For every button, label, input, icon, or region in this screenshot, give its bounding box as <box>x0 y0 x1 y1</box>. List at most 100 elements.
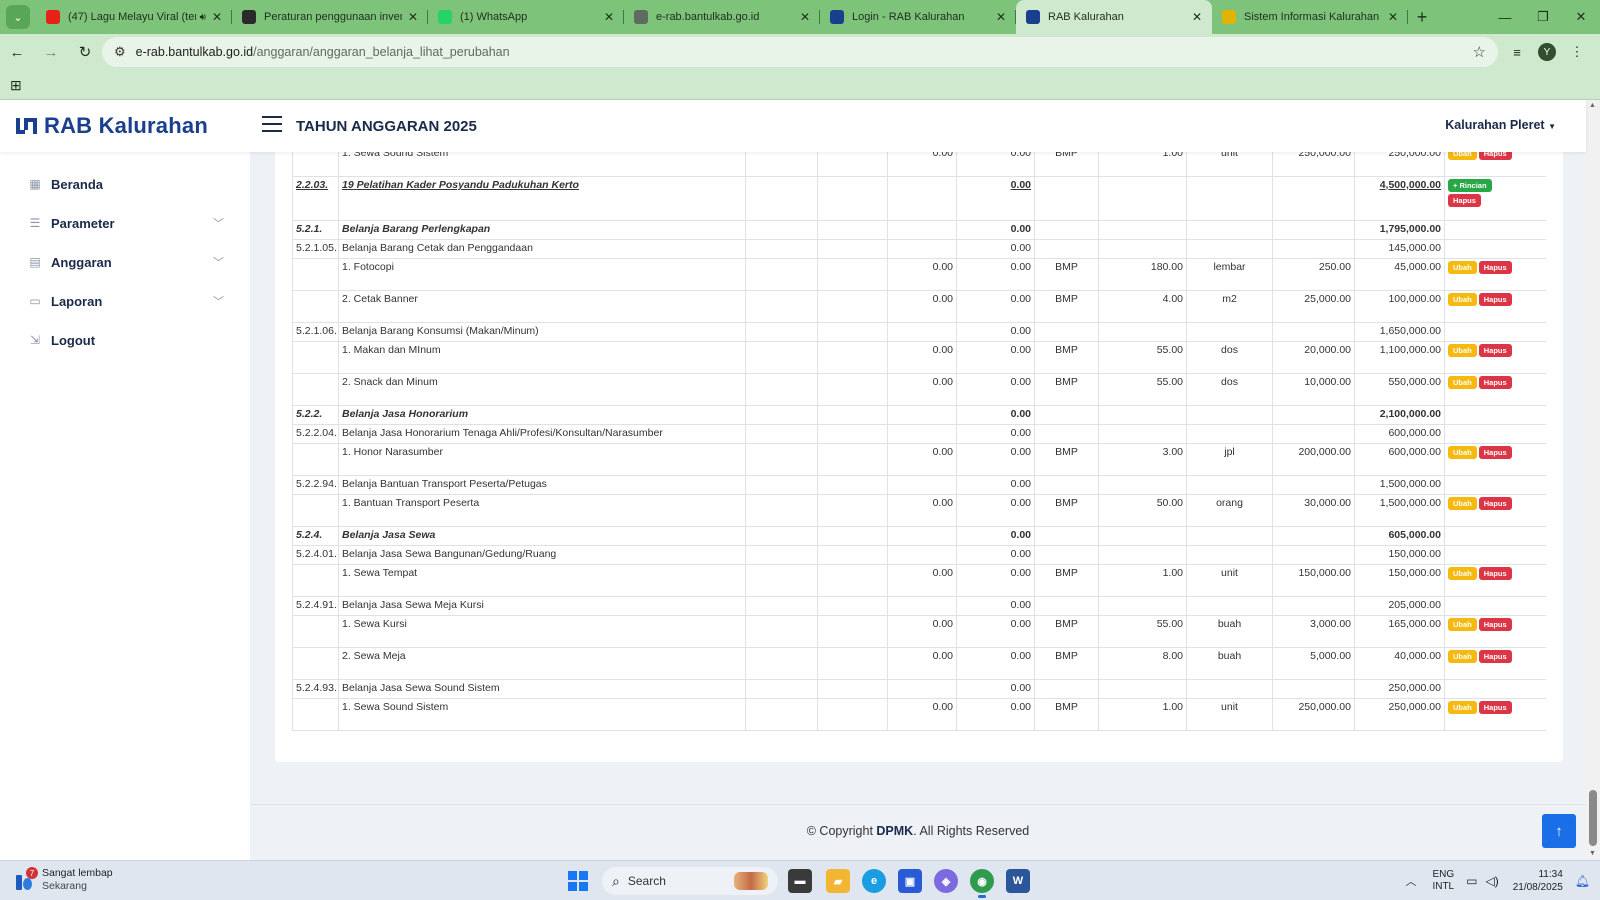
browser-tab[interactable]: Sistem Informasi Kalurahan Ple ✕ <box>1212 0 1408 34</box>
tab-search-button[interactable]: ⌄ <box>6 5 30 29</box>
delete-button[interactable]: Hapus <box>1478 152 1512 160</box>
sidebar-item-anggaran[interactable]: ▤ Anggaran ﹀ <box>28 250 224 274</box>
delete-button[interactable]: Hapus <box>1478 293 1512 306</box>
add-detail-button[interactable]: + Rincian <box>1448 179 1492 192</box>
file-explorer-icon[interactable]: ▰ <box>826 869 850 893</box>
cell-value-2: 0.00 <box>956 290 1035 323</box>
edge-browser-icon[interactable]: e <box>862 869 886 893</box>
scroll-up-arrow-icon[interactable]: ▲ <box>1589 102 1596 109</box>
menu-toggle-icon[interactable] <box>262 116 282 132</box>
media-controls-icon[interactable]: ≡ <box>1502 45 1532 60</box>
sidebar-item-logout[interactable]: ⇲ Logout <box>28 328 224 352</box>
delete-button[interactable]: Hapus <box>1478 261 1512 274</box>
delete-button[interactable]: Hapus <box>1478 701 1512 714</box>
edit-button[interactable]: Ubah <box>1448 152 1477 160</box>
back-to-top-button[interactable]: ↑ <box>1542 814 1576 848</box>
browser-tab[interactable]: RAB Kalurahan ✕ <box>1016 0 1212 34</box>
edit-button[interactable]: Ubah <box>1448 650 1477 663</box>
browser-tab[interactable]: Login - RAB Kalurahan ✕ <box>820 0 1016 34</box>
apps-grid-icon[interactable]: ⊞ <box>10 77 22 94</box>
close-tab-icon[interactable]: ✕ <box>800 10 810 24</box>
minimize-icon[interactable]: — <box>1486 0 1524 34</box>
bookmark-star-icon[interactable]: ☆ <box>1473 43 1486 61</box>
chevron-up-icon[interactable]: ︿ <box>1405 873 1416 889</box>
delete-button[interactable]: Hapus <box>1448 194 1481 207</box>
volume-icon[interactable]: ◁) <box>1485 874 1498 888</box>
cell-empty <box>745 258 818 291</box>
new-tab-button[interactable]: + <box>1408 0 1436 34</box>
address-bar[interactable]: ⚙ e-rab.bantulkab.go.id/anggaran/anggara… <box>102 37 1498 67</box>
edit-button[interactable]: Ubah <box>1448 293 1477 306</box>
delete-button[interactable]: Hapus <box>1478 618 1512 631</box>
taskbar-search[interactable]: ⌕ Search <box>602 867 778 895</box>
cell-value-2: 0.00 <box>956 258 1035 291</box>
forward-icon[interactable]: → <box>34 37 68 67</box>
chrome-icon[interactable]: ◉ <box>970 869 994 898</box>
task-view-icon[interactable]: ▬ <box>788 869 812 893</box>
edit-button[interactable]: Ubah <box>1448 567 1477 580</box>
delete-button[interactable]: Hapus <box>1478 650 1512 663</box>
edit-button[interactable]: Ubah <box>1448 701 1477 714</box>
scroll-down-arrow-icon[interactable]: ▼ <box>1589 850 1596 857</box>
brand-logo[interactable]: RAB Kalurahan <box>16 113 208 139</box>
cell-empty <box>1444 220 1546 240</box>
profile-avatar[interactable]: Y <box>1538 43 1556 61</box>
edit-button[interactable]: Ubah <box>1448 446 1477 459</box>
browser-tab[interactable]: (47) Lagu Melayu Viral (terb 🔊︎ ✕ <box>36 0 232 34</box>
restore-icon[interactable]: ❐ <box>1524 0 1562 34</box>
delete-button[interactable]: Hapus <box>1478 376 1512 389</box>
cell-total: 1,500,000.00 <box>1354 494 1445 527</box>
page-scrollbar[interactable]: ▲ ▼ <box>1586 100 1600 860</box>
weather-widget[interactable]: 7 Sangat lembap Sekarang <box>14 867 113 893</box>
user-menu-dropdown[interactable]: Kalurahan Pleret ▼ <box>1445 118 1556 132</box>
cell-name[interactable]: 19 Pelatihan Kader Posyandu Padukuhan Ke… <box>338 176 746 221</box>
browser-menu-icon[interactable]: ⋮ <box>1562 44 1592 60</box>
cell-empty <box>817 341 888 374</box>
language-indicator[interactable]: ENG INTL <box>1432 869 1454 893</box>
close-window-icon[interactable]: ✕ <box>1562 0 1600 34</box>
list-icon: ▭ <box>29 294 41 308</box>
edit-button[interactable]: Ubah <box>1448 261 1477 274</box>
delete-button[interactable]: Hapus <box>1478 344 1512 357</box>
browser-tab[interactable]: e-rab.bantulkab.go.id ✕ <box>624 0 820 34</box>
cell-empty <box>1272 596 1355 616</box>
system-clock[interactable]: 11:34 21/08/2025 <box>1513 868 1563 894</box>
back-icon[interactable]: ← <box>0 37 34 67</box>
row-actions: Ubah Hapus <box>1444 258 1546 291</box>
copilot-icon[interactable]: ◈ <box>934 869 958 893</box>
delete-button[interactable]: Hapus <box>1478 567 1512 580</box>
network-icon[interactable]: ▭ <box>1466 874 1477 888</box>
cell-empty <box>817 679 888 699</box>
sidebar-item-beranda[interactable]: ▦ Beranda <box>28 172 224 196</box>
sidebar-item-parameter[interactable]: ☰ Parameter ﹀ <box>28 211 224 235</box>
edit-button[interactable]: Ubah <box>1448 344 1477 357</box>
close-tab-icon[interactable]: ✕ <box>1388 10 1398 24</box>
sidebar-item-laporan[interactable]: ▭ Laporan ﹀ <box>28 289 224 313</box>
windows-start-icon[interactable] <box>568 871 588 891</box>
delete-button[interactable]: Hapus <box>1478 446 1512 459</box>
close-tab-icon[interactable]: ✕ <box>1192 10 1202 24</box>
close-tab-icon[interactable]: ✕ <box>996 10 1006 24</box>
word-icon[interactable]: W <box>1006 869 1030 893</box>
reload-icon[interactable]: ↻ <box>68 37 102 67</box>
chevron-down-icon: ﹀ <box>213 296 224 308</box>
notification-bell-icon[interactable]: 🔔︎ <box>1575 874 1590 888</box>
store-icon[interactable]: ▣ <box>898 869 922 893</box>
sliders-icon: ☰ <box>29 216 41 230</box>
cell-empty <box>745 647 818 680</box>
edit-button[interactable]: Ubah <box>1448 497 1477 510</box>
browser-tab[interactable]: (1) WhatsApp ✕ <box>428 0 624 34</box>
page-title: TAHUN ANGGARAN 2025 <box>296 118 477 135</box>
scrollbar-thumb[interactable] <box>1589 790 1597 846</box>
cell-empty <box>1272 176 1355 221</box>
delete-button[interactable]: Hapus <box>1478 497 1512 510</box>
edit-button[interactable]: Ubah <box>1448 618 1477 631</box>
cell-empty <box>1444 322 1546 342</box>
close-tab-icon[interactable]: ✕ <box>212 10 222 24</box>
audio-playing-icon[interactable]: 🔊︎ <box>200 12 206 23</box>
edit-button[interactable]: Ubah <box>1448 376 1477 389</box>
close-tab-icon[interactable]: ✕ <box>408 10 418 24</box>
browser-tab[interactable]: Peraturan penggunaan inventa ✕ <box>232 0 428 34</box>
close-tab-icon[interactable]: ✕ <box>604 10 614 24</box>
site-info-icon[interactable]: ⚙ <box>114 44 126 60</box>
